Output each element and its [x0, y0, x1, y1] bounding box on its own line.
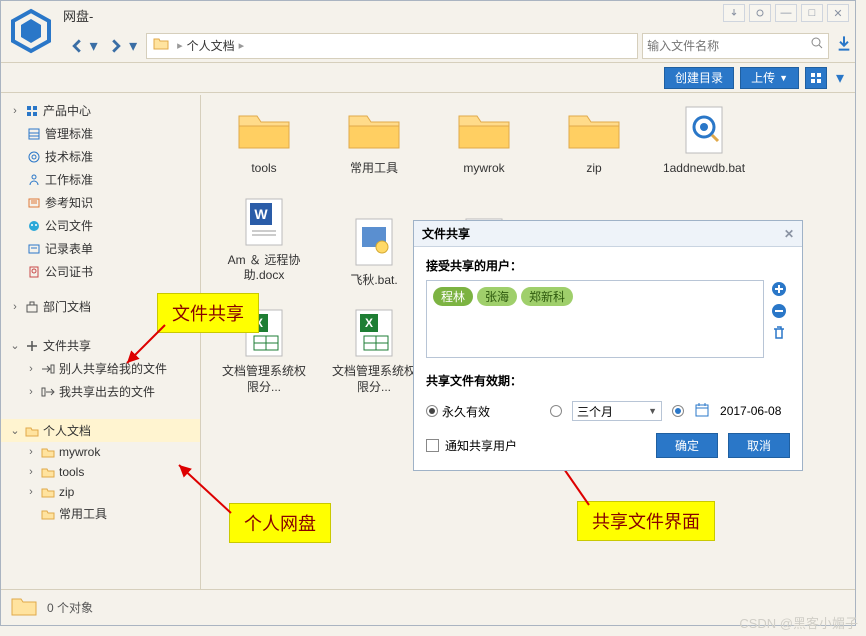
dialog-titlebar: 文件共享 ✕ [414, 221, 802, 247]
search-input[interactable] [647, 39, 810, 53]
share-users-box[interactable]: 程林 张海 郑新科 [426, 280, 764, 358]
remove-user-button[interactable] [770, 302, 788, 320]
view-dropdown-button[interactable]: ▾ [833, 67, 847, 89]
tree-item[interactable]: 公司文件 [1, 214, 200, 237]
crumb-sep: ▸ [239, 39, 245, 52]
close-button[interactable]: ✕ [827, 4, 849, 22]
notify-label: 通知共享用户 [445, 437, 517, 454]
cancel-button[interactable]: 取消 [728, 433, 790, 458]
action-toolbar: 创建目录 上传▼ ▾ [1, 63, 855, 93]
statusbar: 0 个对象 [1, 589, 855, 625]
callout-file-share: 文件共享 [157, 293, 259, 333]
tree-item[interactable]: 技术标准 [1, 145, 200, 168]
tree-item[interactable]: ›我共享出去的文件 [1, 380, 200, 403]
config-button[interactable] [749, 4, 771, 22]
share-dialog: 文件共享 ✕ 接受共享的用户： 程林 张海 郑新科 共享文件有效期： 永久有效 [413, 220, 803, 471]
history-dropdown[interactable]: ▾ [89, 36, 99, 56]
pin-button[interactable] [723, 4, 745, 22]
tree-item[interactable]: 管理标准 [1, 122, 200, 145]
nav-forward-button[interactable] [107, 36, 127, 56]
create-folder-button[interactable]: 创建目录 [664, 67, 734, 89]
file-item[interactable]: WAm ＆ 远程协助.docx [221, 197, 307, 289]
ok-button[interactable]: 确定 [656, 433, 718, 458]
maximize-button[interactable]: □ [801, 4, 823, 22]
user-tag[interactable]: 程林 [433, 287, 473, 306]
tree-personal-docs[interactable]: ⌄个人文档 [1, 419, 200, 442]
tree-item[interactable]: 记录表单 [1, 237, 200, 260]
validity-label: 共享文件有效期： [426, 372, 790, 389]
file-item[interactable]: tools [221, 105, 307, 177]
crumb-sep: ▸ [177, 39, 183, 52]
duration-select[interactable]: 三个月▼ [572, 401, 662, 421]
dialog-close-button[interactable]: ✕ [784, 227, 794, 241]
titlebar: 网盘- — □ ✕ [1, 1, 855, 29]
tree-item[interactable]: 公司证书 [1, 260, 200, 283]
user-tag[interactable]: 张海 [477, 287, 517, 306]
folder-icon [153, 36, 169, 55]
breadcrumb[interactable]: ▸ 个人文档 ▸ [146, 33, 638, 59]
file-item[interactable]: X文档管理系统权限分... [331, 308, 417, 395]
calendar-icon[interactable] [694, 402, 710, 421]
folder-icon [11, 595, 37, 620]
minimize-button[interactable]: — [775, 4, 797, 22]
arrow-annotation [117, 319, 171, 373]
file-item[interactable]: zip [551, 105, 637, 177]
status-count: 0 个对象 [47, 599, 93, 616]
dialog-title: 文件共享 [422, 225, 470, 242]
search-icon[interactable] [810, 36, 824, 55]
window-controls: — □ ✕ [723, 4, 849, 22]
tree-item[interactable]: 参考知识 [1, 191, 200, 214]
crumb-item[interactable]: 个人文档 [187, 37, 235, 54]
tree-product-center[interactable]: ›产品中心 [1, 99, 200, 122]
user-tag[interactable]: 郑新科 [521, 287, 573, 306]
notify-checkbox[interactable] [426, 439, 439, 452]
file-item[interactable]: mywrok [441, 105, 527, 177]
app-title: 网盘- [63, 6, 93, 25]
file-item[interactable]: 常用工具 [331, 105, 417, 177]
svg-text:X: X [365, 316, 373, 330]
nav-back-button[interactable] [67, 36, 87, 56]
callout-personal-disk: 个人网盘 [229, 503, 331, 543]
download-button[interactable] [833, 35, 855, 56]
view-grid-button[interactable] [805, 67, 827, 89]
app-window: 网盘- — □ ✕ ▾ ▾ ▸ 个人文档 ▸ 创建目录 上传▼ ▾ [0, 0, 856, 626]
file-item[interactable]: 1addnewdb.bat [661, 105, 747, 177]
file-item[interactable]: 飞秋.bat. [331, 217, 417, 289]
date-value: 2017-06-08 [720, 404, 781, 418]
search-box[interactable] [642, 33, 829, 59]
accept-users-label: 接受共享的用户： [426, 257, 790, 274]
radio-forever[interactable]: 永久有效 [426, 403, 490, 420]
delete-button[interactable] [770, 324, 788, 342]
upload-button[interactable]: 上传▼ [740, 67, 799, 89]
svg-text:W: W [254, 206, 268, 222]
toolbar: ▾ ▾ ▸ 个人文档 ▸ [1, 29, 855, 63]
forward-dropdown[interactable]: ▾ [128, 36, 138, 56]
watermark: CSDN @黑客小媚子 [739, 613, 858, 632]
radio-date[interactable] [672, 405, 684, 417]
arrow-annotation [171, 457, 241, 517]
tree-item[interactable]: 工作标准 [1, 168, 200, 191]
radio-duration[interactable] [550, 405, 562, 417]
add-user-button[interactable] [770, 280, 788, 298]
